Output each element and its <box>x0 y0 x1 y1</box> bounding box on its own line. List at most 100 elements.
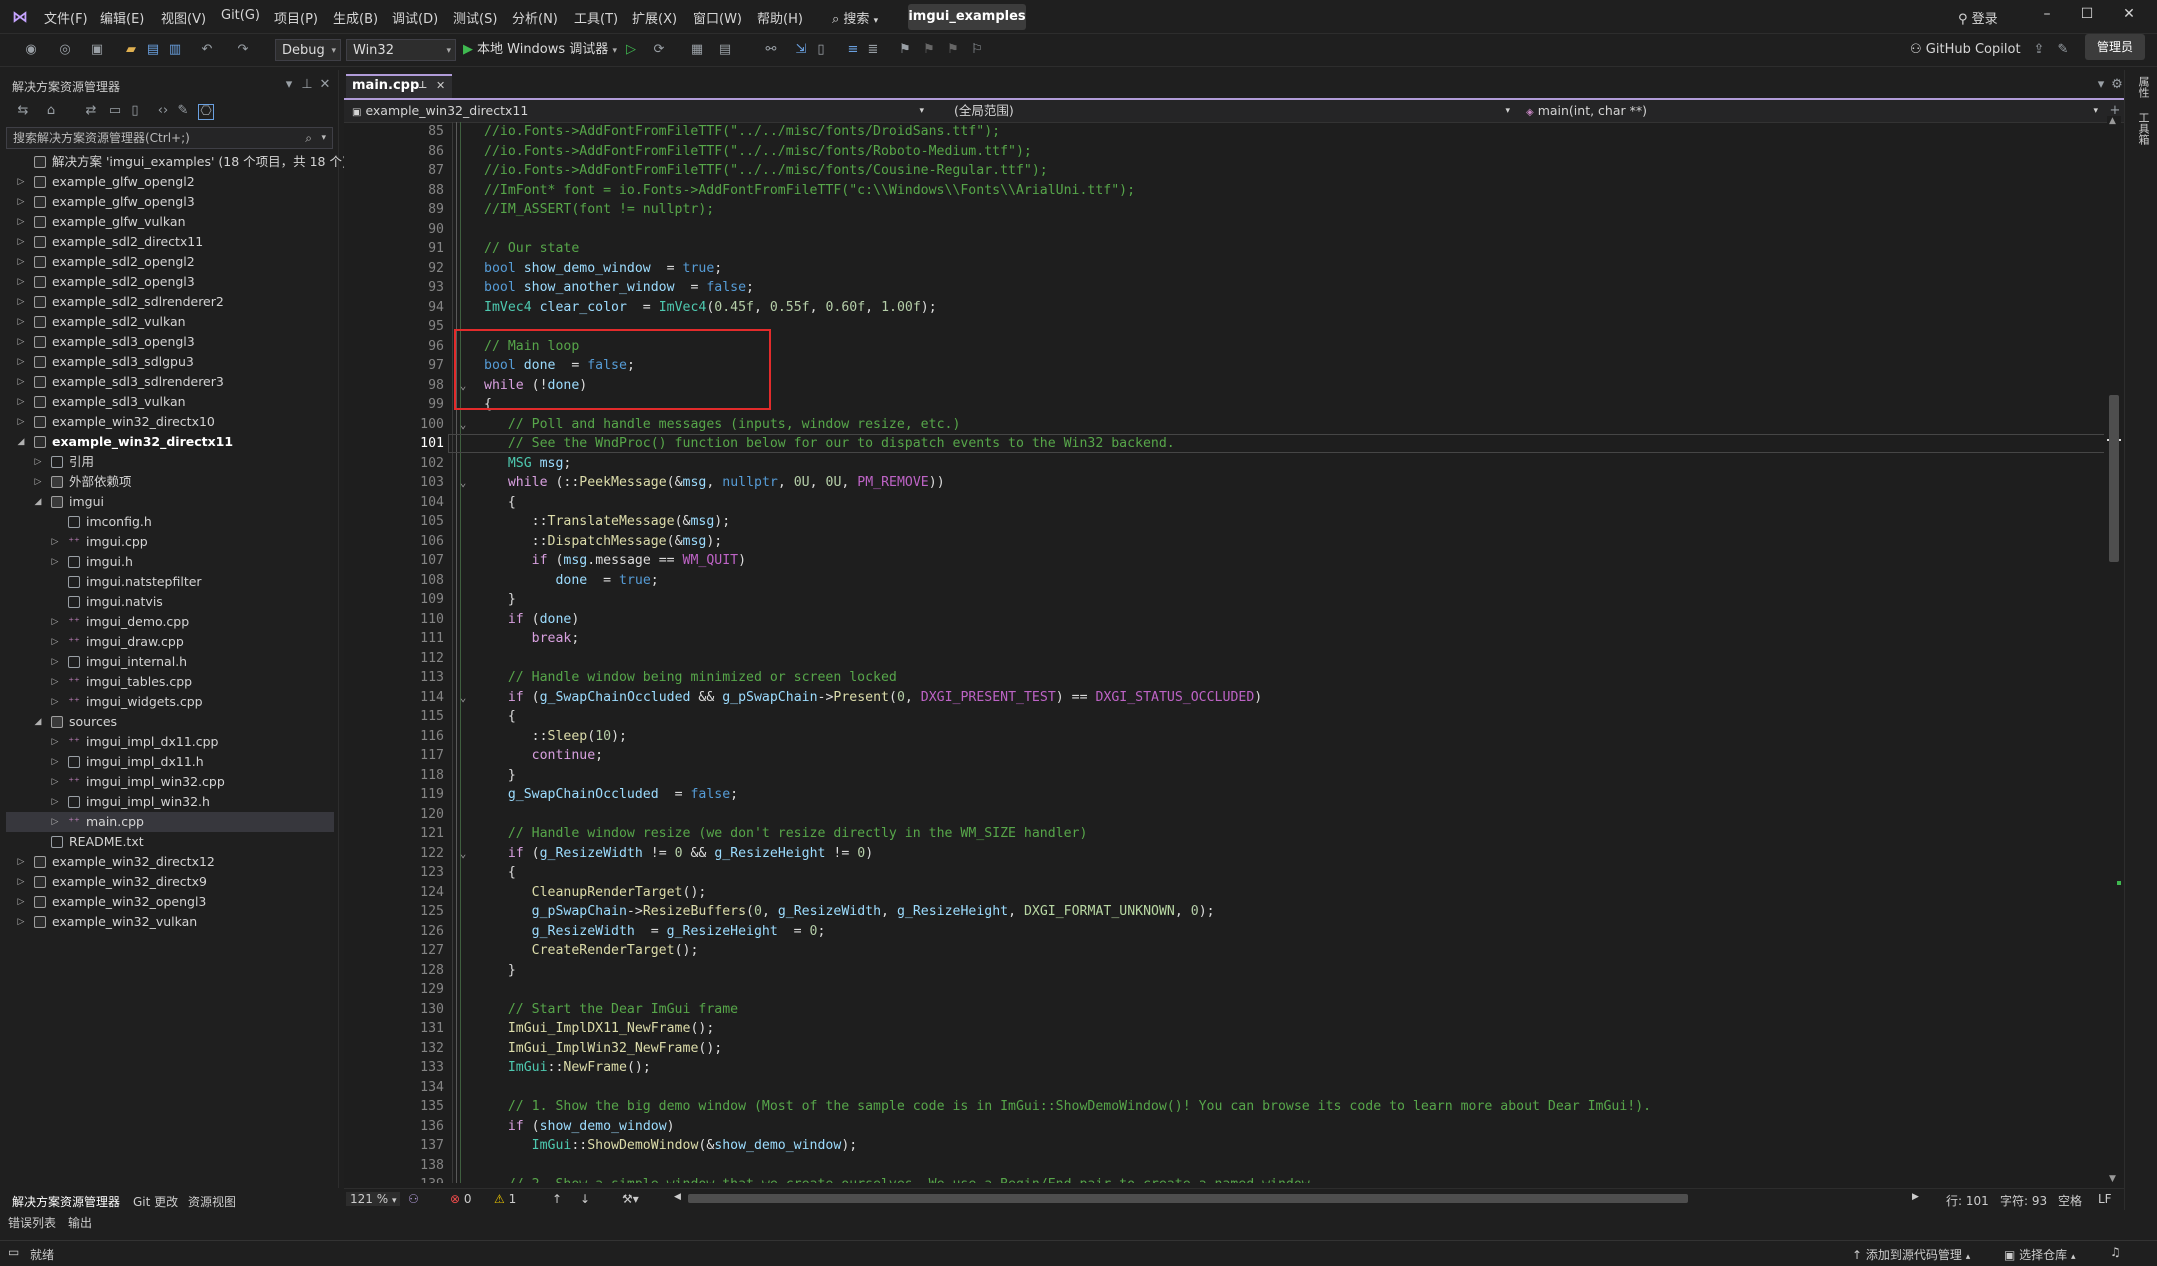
collapsed-icon[interactable]: ▷ <box>50 652 60 672</box>
tree-item[interactable]: ▷ example_sdl2_directx11 <box>6 232 334 252</box>
menu-item[interactable]: 生成(B) <box>333 8 378 27</box>
collapsed-icon[interactable]: ▷ <box>16 212 26 232</box>
open-folder-icon[interactable]: ▰ <box>124 43 138 57</box>
collapsed-icon[interactable]: ▷ <box>16 312 26 332</box>
fold-chevron-icon[interactable]: ⌄ <box>458 688 468 708</box>
menu-item[interactable]: 调试(D) <box>392 8 438 27</box>
notifications-icon[interactable]: ♫ <box>2110 1245 2121 1259</box>
redo-icon[interactable]: ↷ <box>236 43 250 57</box>
collapsed-icon[interactable]: ▷ <box>16 912 26 932</box>
collapsed-icon[interactable]: ▷ <box>16 232 26 252</box>
collapsed-icon[interactable]: ▷ <box>16 372 26 392</box>
run-debugger-button[interactable]: ▶ 本地 Windows 调试器 ▾ <box>463 39 617 61</box>
collapsed-icon[interactable]: ▷ <box>16 852 26 872</box>
collapsed-icon[interactable]: ▷ <box>50 532 60 552</box>
github-copilot-button[interactable]: ⚇ GitHub Copilot <box>1910 42 2021 57</box>
tab-git-changes[interactable]: Git 更改 <box>133 1193 178 1210</box>
code-view-icon[interactable]: ‹› <box>156 104 170 118</box>
tree-item[interactable]: ▷ example_sdl3_sdlrenderer3 <box>6 372 334 392</box>
tree-item[interactable]: ▷ ⁺⁺ imgui_impl_win32.cpp <box>6 772 334 792</box>
bookmark-icon[interactable]: ⚑ <box>898 43 912 57</box>
tab-error-list[interactable]: 错误列表 <box>8 1214 56 1231</box>
add-source-control-button[interactable]: ↑ 添加到源代码管理 ▴ <box>1852 1246 1970 1263</box>
menu-item[interactable]: 分析(N) <box>512 8 558 27</box>
tree-item[interactable]: README.txt <box>6 832 334 852</box>
scope-dropdown[interactable]: (全局范围) ▾ <box>944 102 1514 120</box>
menu-item[interactable]: 工具(T) <box>574 8 618 27</box>
zoom-select[interactable]: 121 % ▾ <box>346 1192 401 1206</box>
collapsed-icon[interactable]: ▷ <box>16 192 26 212</box>
fold-chevron-icon[interactable]: ⌄ <box>458 473 468 493</box>
close-icon[interactable]: ✕ <box>318 78 332 92</box>
collapsed-icon[interactable]: ▷ <box>50 632 60 652</box>
tree-item[interactable]: ▷ example_glfw_vulkan <box>6 212 334 232</box>
collapsed-icon[interactable]: ▷ <box>16 412 26 432</box>
show-all-files-icon[interactable]: ▯ <box>128 104 142 118</box>
collapsed-icon[interactable]: ▷ <box>50 672 60 692</box>
collapsed-icon[interactable]: ▷ <box>50 812 60 832</box>
collapsed-icon[interactable]: ▷ <box>50 692 60 712</box>
collapsed-icon[interactable]: ▷ <box>16 352 26 372</box>
collapsed-icon[interactable]: ▷ <box>16 332 26 352</box>
toolbox-rail-tab[interactable]: 工具箱 <box>2135 112 2151 145</box>
hot-reload-icon[interactable]: ⟳ <box>652 43 666 57</box>
maximize-button[interactable]: ☐ <box>2076 6 2098 26</box>
forward-icon[interactable]: ◎ <box>58 43 72 57</box>
bookmark-prev-icon[interactable]: ⚑ <box>922 43 936 57</box>
eol-indicator[interactable]: LF <box>2098 1192 2112 1206</box>
collapsed-icon[interactable]: ▷ <box>16 252 26 272</box>
collapsed-icon[interactable]: ▷ <box>16 872 26 892</box>
undo-icon[interactable]: ↶ <box>200 43 214 57</box>
menu-item[interactable]: 窗口(W) <box>693 8 742 27</box>
tab-output[interactable]: 输出 <box>68 1214 92 1231</box>
scroll-right-icon[interactable]: ▶ <box>1912 1192 1919 1202</box>
column-indicator[interactable]: 字符: 93 <box>2000 1192 2047 1209</box>
collapse-all-icon[interactable]: ▭ <box>108 104 122 118</box>
fold-chevron-icon[interactable]: ⌄ <box>458 844 468 864</box>
tree-item[interactable]: ▷ example_win32_directx9 <box>6 872 334 892</box>
solution-search-input[interactable]: 搜索解决方案资源管理器(Ctrl+;) ⌕ ▾ <box>6 127 333 149</box>
tree-item[interactable]: ▷ example_sdl2_vulkan <box>6 312 334 332</box>
save-all-icon[interactable]: ▥ <box>168 43 182 57</box>
tree-item[interactable]: imconfig.h <box>6 512 334 532</box>
fold-chevron-icon[interactable]: ⌄ <box>458 415 468 435</box>
start-without-debug-icon[interactable]: ▷ <box>624 43 638 57</box>
step-over-icon[interactable]: ▯ <box>814 43 828 57</box>
tree-item[interactable]: ▷ example_glfw_opengl2 <box>6 172 334 192</box>
switch-views-icon[interactable]: ⇄ <box>84 104 98 118</box>
scroll-up-icon[interactable]: ▲ <box>2109 116 2116 126</box>
code-area[interactable]: 85 //io.Fonts->AddFontFromFileTTF("../../… <box>344 122 2104 1183</box>
bookmark-next-icon[interactable]: ⚑ <box>946 43 960 57</box>
project-dropdown[interactable]: ▣ example_win32_directx11 ▾ <box>348 102 928 120</box>
expanded-icon[interactable]: ◢ <box>33 712 43 732</box>
search-menu[interactable]: ⌕ 搜索 ▾ <box>832 8 878 27</box>
sync-icon[interactable]: ⇆ <box>16 104 30 118</box>
tree-item[interactable]: imgui.natvis <box>6 592 334 612</box>
tree-item[interactable]: ▷ example_glfw_opengl3 <box>6 192 334 212</box>
tree-item[interactable]: ▷ imgui_internal.h <box>6 652 334 672</box>
tab-resource-view[interactable]: 资源视图 <box>188 1193 236 1210</box>
collapsed-icon[interactable]: ▷ <box>33 472 43 492</box>
tree-item[interactable]: ▷ example_win32_vulkan <box>6 912 334 932</box>
menu-item[interactable]: 项目(P) <box>274 8 318 27</box>
tree-item[interactable]: ▷ example_win32_directx10 <box>6 412 334 432</box>
collapsed-icon[interactable]: ▷ <box>50 612 60 632</box>
close-window-button[interactable]: ✕ <box>2118 6 2140 26</box>
tree-item[interactable]: ▷ ⁺⁺ imgui_tables.cpp <box>6 672 334 692</box>
scroll-down-icon[interactable]: ▼ <box>2109 1174 2116 1184</box>
bookmark-clear-icon[interactable]: ⚐ <box>970 43 984 57</box>
collapsed-icon[interactable]: ▷ <box>16 892 26 912</box>
line-indicator[interactable]: 行: 101 <box>1946 1192 1989 1209</box>
next-issue-icon[interactable]: ↓ <box>580 1192 590 1206</box>
feedback-icon[interactable]: ✎ <box>2056 43 2070 57</box>
collapsed-icon[interactable]: ▷ <box>16 272 26 292</box>
preview-icon[interactable]: ⎔ <box>198 104 214 120</box>
collapsed-icon[interactable]: ▷ <box>16 172 26 192</box>
vertical-scrollbar[interactable]: ▲ ▼ <box>2107 116 2121 1184</box>
tree-item[interactable]: ▷ example_win32_directx12 <box>6 852 334 872</box>
properties-icon[interactable]: ✎ <box>176 104 190 118</box>
collapsed-icon[interactable]: ▷ <box>50 752 60 772</box>
tree-item[interactable]: ▷ ⁺⁺ imgui.cpp <box>6 532 334 552</box>
collapsed-icon[interactable]: ▷ <box>50 732 60 752</box>
tree-item[interactable]: 解决方案 'imgui_examples' (18 个项目，共 18 个) <box>6 152 347 172</box>
